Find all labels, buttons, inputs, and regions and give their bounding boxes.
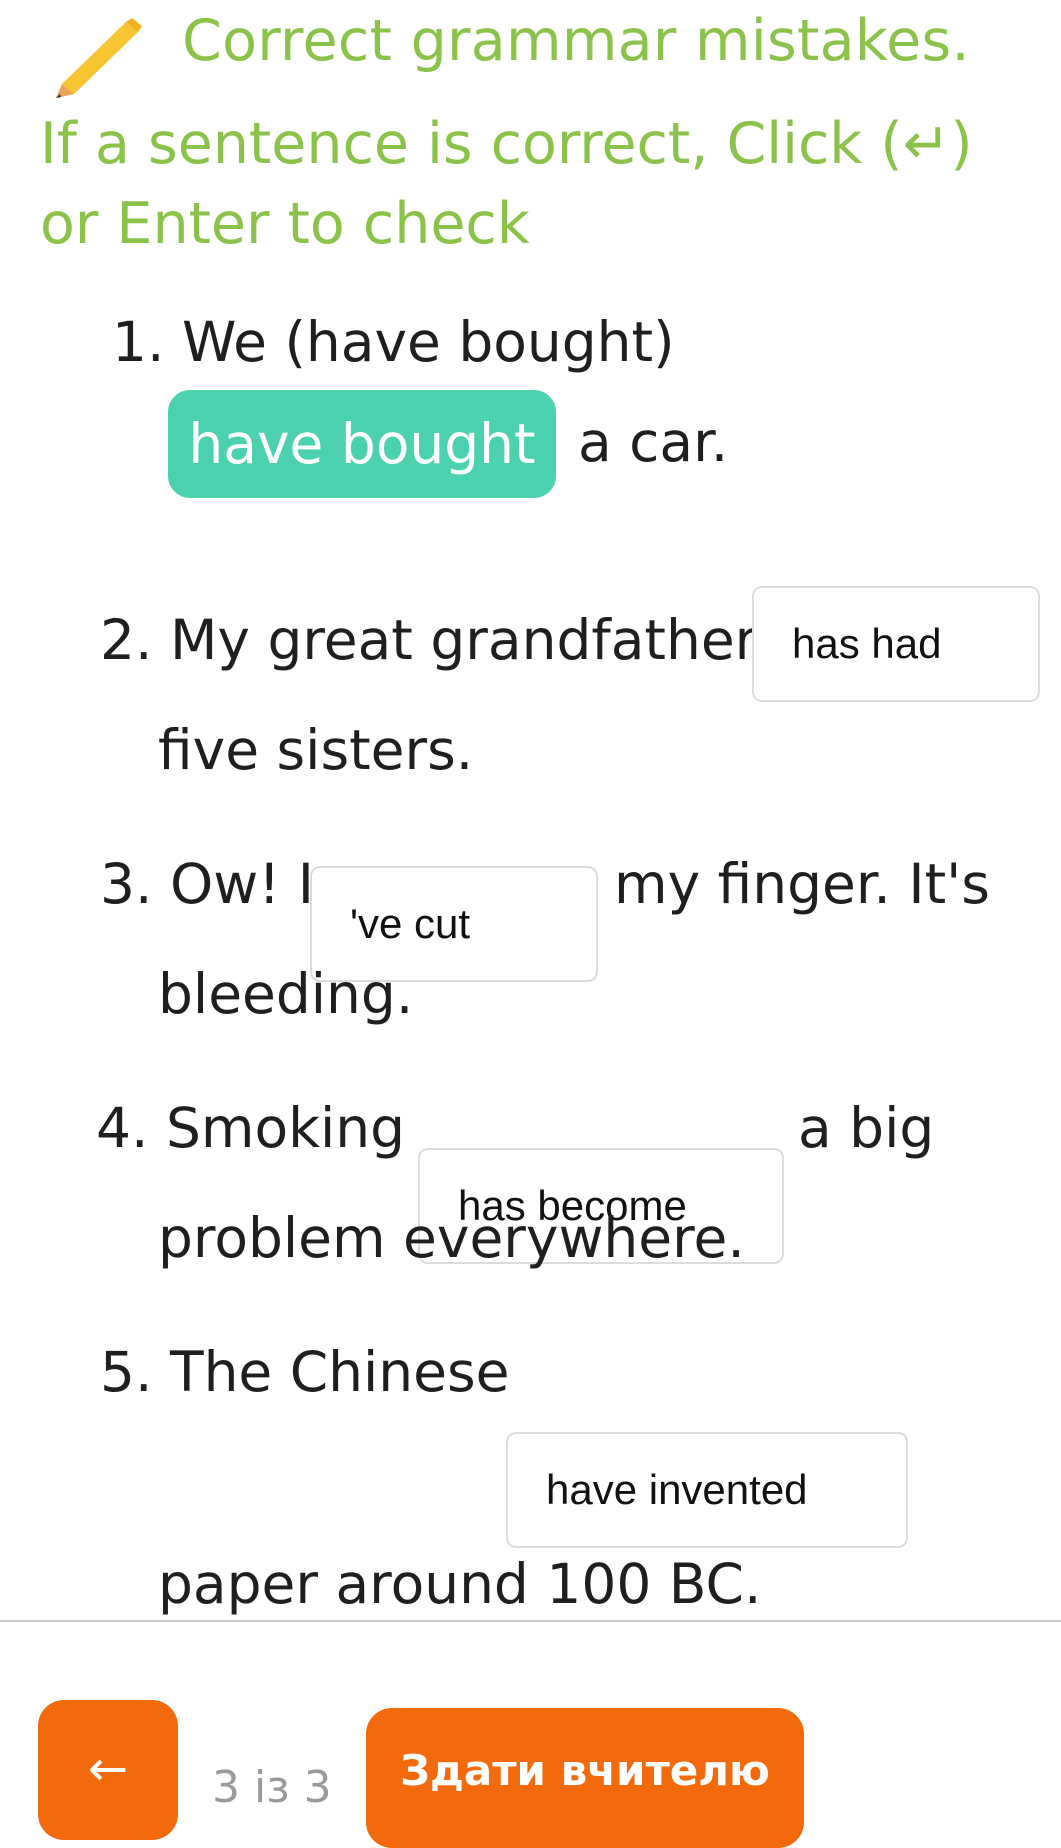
exercise-instruction: If a sentence is correct, Click (↵) or E… xyxy=(40,111,973,257)
question-prefix: We (have bought) xyxy=(181,310,675,374)
question-5-text: 5. The Chinese xyxy=(100,1340,509,1404)
question-4-suffix-line2: problem everywhere. xyxy=(158,1206,745,1270)
question-3-suffix: my finger. It's xyxy=(614,852,990,916)
exercise-title: Correct grammar mistakes. xyxy=(182,8,970,74)
question-4-text: 4. Smoking xyxy=(96,1096,405,1160)
question-1-text: 1. We (have bought) xyxy=(112,310,675,374)
question-3-suffix-line2: bleeding. xyxy=(158,962,414,1026)
question-number: 1. xyxy=(112,310,165,374)
question-1-suffix: a car. xyxy=(578,410,729,474)
question-prefix: The Chinese xyxy=(169,1340,510,1404)
question-number: 5. xyxy=(100,1340,153,1404)
question-5-suffix: paper around 100 BC. xyxy=(158,1552,762,1616)
question-3-text: 3. Ow! I xyxy=(100,852,314,916)
question-prefix: Ow! I xyxy=(169,852,314,916)
page-indicator: 3 із 3 xyxy=(212,1762,332,1813)
question-2-text: 2. My great grandfather xyxy=(100,608,757,672)
submit-to-teacher-button[interactable]: Здати вчителю xyxy=(366,1708,804,1848)
exercise-header: Correct grammar mistakes. If a sentence … xyxy=(0,0,1061,270)
question-2-suffix: five sisters. xyxy=(158,718,474,782)
question-5-answer-input[interactable]: have invented xyxy=(506,1432,908,1548)
question-4-suffix: a big xyxy=(798,1096,935,1160)
footer-bar: ← 3 із 3 Здати вчителю xyxy=(0,1622,1061,1848)
question-number: 2. xyxy=(100,608,153,672)
back-button[interactable]: ← xyxy=(38,1700,178,1840)
question-2-answer-input[interactable]: has had xyxy=(752,586,1040,702)
questions-list: 1. We (have bought) have bought a car. 2… xyxy=(0,270,1061,1620)
pencil-icon xyxy=(56,18,142,98)
question-1-answer-chip[interactable]: have bought xyxy=(168,390,556,498)
question-number: 4. xyxy=(96,1096,149,1160)
arrow-left-icon: ← xyxy=(87,1741,129,1797)
question-prefix: My great grandfather xyxy=(169,608,758,672)
question-number: 3. xyxy=(100,852,153,916)
question-prefix: Smoking xyxy=(165,1096,406,1160)
